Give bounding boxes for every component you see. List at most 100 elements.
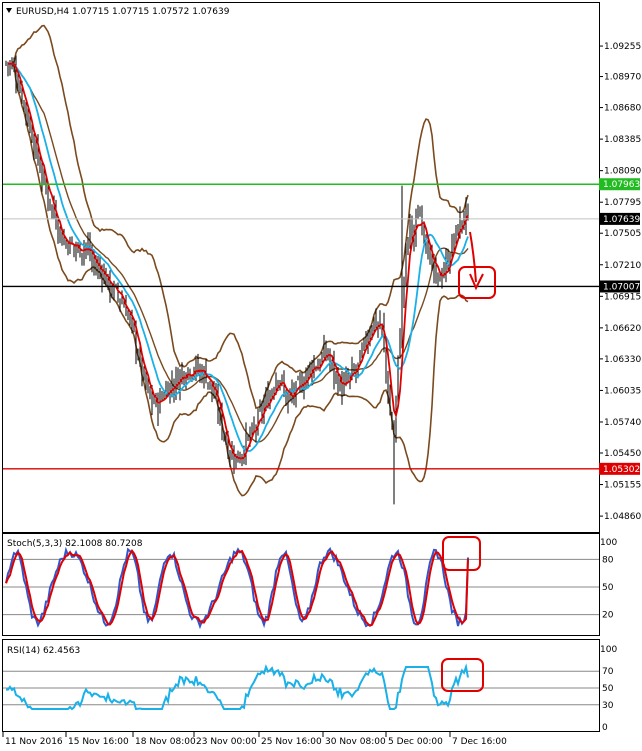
candle-body bbox=[405, 247, 407, 276]
candle-body bbox=[129, 314, 131, 318]
candle-body bbox=[49, 198, 51, 207]
candle-body bbox=[265, 395, 267, 404]
price-tick-label: 1.07795 bbox=[604, 198, 641, 208]
candle-body bbox=[61, 232, 63, 246]
candle-body bbox=[351, 367, 353, 375]
candle-body bbox=[207, 382, 209, 384]
candle-body bbox=[429, 253, 431, 263]
candle-body bbox=[261, 407, 263, 414]
candle-body bbox=[335, 373, 337, 375]
candle-body bbox=[239, 459, 241, 462]
candle-body bbox=[401, 293, 403, 338]
candle-body bbox=[147, 383, 149, 387]
candle-body bbox=[39, 161, 41, 172]
x-tick-label: 15 Nov 16:00 bbox=[68, 737, 129, 747]
candle-body bbox=[57, 228, 59, 235]
candle-body bbox=[391, 415, 393, 428]
level-label: 1.05302 bbox=[603, 465, 640, 475]
candle-body bbox=[299, 380, 301, 382]
candle-body bbox=[163, 397, 165, 399]
candle-body bbox=[91, 254, 93, 261]
candle-body bbox=[271, 391, 273, 397]
rsi-top-label: 100 bbox=[600, 645, 617, 655]
candle-body bbox=[435, 269, 437, 277]
candle-body bbox=[231, 451, 233, 459]
candle-body bbox=[345, 376, 347, 381]
candle-body bbox=[251, 425, 253, 435]
candle-body bbox=[59, 229, 61, 233]
candle-body bbox=[297, 379, 299, 381]
candle-body bbox=[97, 265, 99, 270]
stoch-header: Stoch(5,3,3) 82.1008 80.7208 bbox=[7, 539, 143, 549]
candle-body bbox=[223, 431, 225, 436]
candle-body bbox=[93, 257, 95, 265]
rsi-bottom-label: 0 bbox=[602, 723, 608, 733]
candle-body bbox=[363, 338, 365, 347]
price-tick-label: 1.05450 bbox=[604, 449, 641, 459]
candle-body bbox=[375, 314, 377, 327]
candle-body bbox=[213, 390, 215, 398]
candle-body bbox=[197, 363, 199, 372]
candle-body bbox=[419, 214, 421, 216]
candle-body bbox=[137, 352, 139, 359]
current-price-label: 1.07639 bbox=[603, 215, 640, 225]
price-tick-label: 1.08970 bbox=[604, 73, 641, 83]
candle-body bbox=[229, 452, 231, 458]
candle-body bbox=[23, 101, 25, 103]
candle-body bbox=[441, 277, 443, 280]
x-tick-label: 30 Nov 08:00 bbox=[325, 737, 386, 747]
candle-body bbox=[259, 409, 261, 411]
candle-body bbox=[31, 126, 33, 142]
candle-body bbox=[95, 267, 97, 269]
price-tick-label: 1.07210 bbox=[604, 261, 641, 271]
x-tick-label: 5 Dec 00:00 bbox=[388, 737, 443, 747]
candle-body bbox=[273, 390, 275, 394]
candle-body bbox=[247, 435, 249, 437]
candle-body bbox=[369, 335, 371, 340]
candle-body bbox=[225, 438, 227, 442]
candle-body bbox=[281, 379, 283, 381]
candle-body bbox=[437, 272, 439, 276]
price-tick-label: 1.06915 bbox=[604, 292, 641, 302]
candle-body bbox=[111, 290, 113, 294]
candle-body bbox=[421, 215, 423, 228]
candle-body bbox=[109, 273, 111, 294]
candle-body bbox=[361, 348, 363, 355]
candle-body bbox=[81, 253, 83, 258]
candle-body bbox=[119, 299, 121, 303]
candle-body bbox=[347, 378, 349, 380]
candle-body bbox=[63, 239, 65, 244]
price-tick-label: 1.05740 bbox=[604, 418, 641, 428]
candle-body bbox=[399, 336, 401, 358]
candle-body bbox=[427, 248, 429, 260]
candle-body bbox=[323, 345, 325, 358]
stoch-top-label: 100 bbox=[600, 538, 617, 548]
rsi-level-label: 50 bbox=[602, 684, 614, 694]
candle-body bbox=[389, 396, 391, 416]
candle-body bbox=[219, 411, 221, 416]
candle-body bbox=[453, 240, 455, 242]
price-tick-label: 1.09255 bbox=[604, 42, 641, 52]
candle-body bbox=[101, 270, 103, 280]
candle-body bbox=[103, 272, 105, 283]
candle-body bbox=[51, 205, 53, 207]
candle-body bbox=[329, 358, 331, 362]
price-tick-label: 1.06035 bbox=[604, 386, 641, 396]
candle-body bbox=[215, 394, 217, 396]
rsi-header: RSI(14) 62.4563 bbox=[7, 646, 80, 656]
candle-body bbox=[25, 102, 27, 114]
candle-body bbox=[151, 394, 153, 404]
candle-body bbox=[143, 370, 145, 377]
x-tick-label: 18 Nov 08:00 bbox=[135, 737, 196, 747]
stoch-level-label: 50 bbox=[602, 583, 614, 593]
price-tick-label: 1.08090 bbox=[604, 167, 641, 177]
candle-body bbox=[41, 169, 43, 180]
candle-body bbox=[43, 174, 45, 178]
candle-body bbox=[153, 400, 155, 404]
candle-body bbox=[47, 190, 49, 202]
price-tick-label: 1.04860 bbox=[604, 512, 641, 522]
candle-body bbox=[411, 218, 413, 235]
candle-body bbox=[385, 349, 387, 373]
x-tick-label: 7 Dec 16:00 bbox=[452, 737, 507, 747]
price-tick-label: 1.06330 bbox=[604, 355, 641, 365]
